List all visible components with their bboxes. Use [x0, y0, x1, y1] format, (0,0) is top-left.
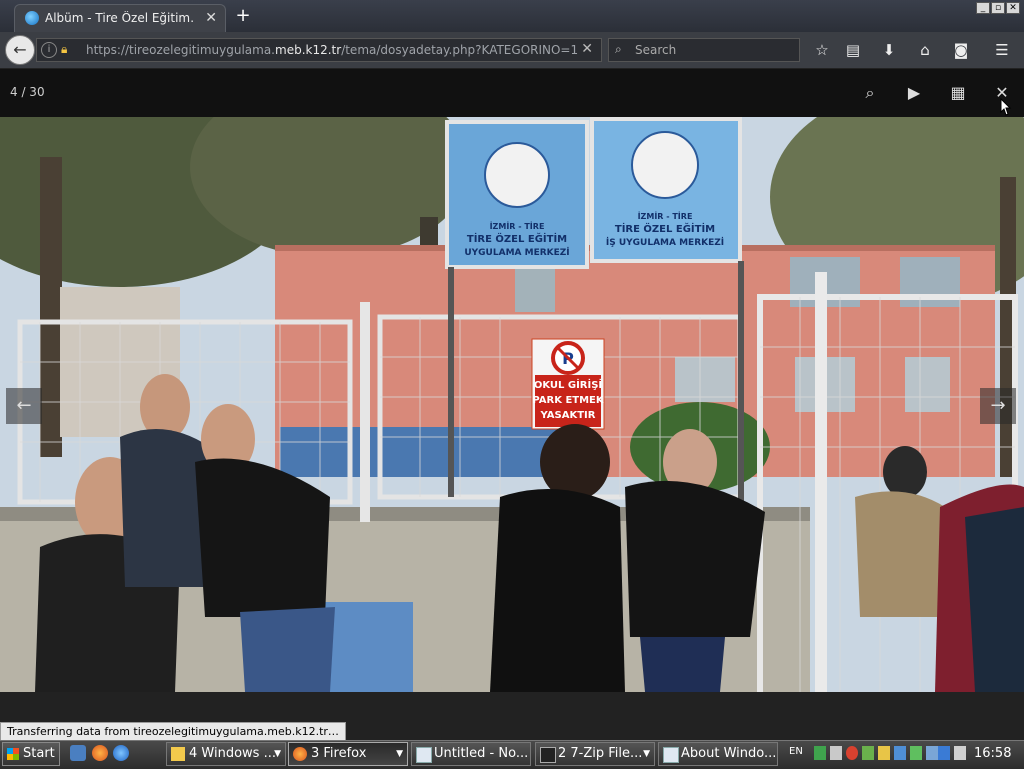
tab-title: Albüm - Tire Özel Eğitim…	[45, 11, 195, 25]
window-close-button[interactable]: ✕	[1006, 2, 1020, 14]
reading-list-icon[interactable]: ▤	[842, 40, 864, 60]
folder-icon	[171, 747, 185, 761]
task-label: 4 Windows ...	[189, 746, 276, 761]
mouse-pointer-icon	[1000, 98, 1012, 116]
next-image-button[interactable]: →	[980, 388, 1016, 424]
sign-right-line2: TİRE ÖZEL EĞİTİM	[615, 221, 715, 235]
firefox-icon	[293, 747, 307, 761]
sign-right-line1: İZMİR - TİRE	[638, 211, 693, 221]
grid-icon[interactable]: ▦	[945, 82, 971, 104]
firefox-launch-icon[interactable]	[92, 745, 108, 761]
show-desktop-icon[interactable]	[70, 745, 86, 761]
gallery-photo: P İZMİR - TİRE TİRE ÖZEL EĞİTİM UYGULAMA…	[0, 117, 1024, 692]
home-icon[interactable]: ⌂	[914, 40, 936, 60]
maximize-button[interactable]: ▫	[991, 2, 1005, 14]
7zip-icon	[540, 747, 556, 763]
new-tab-button[interactable]: +	[232, 4, 254, 28]
sign-right-line3: İŞ UYGULAMA MERKEZİ	[606, 237, 724, 248]
status-bar: Transferring data from tireozelegitimuyg…	[0, 722, 346, 741]
notepad-icon	[416, 747, 432, 763]
previous-image-button[interactable]: ←	[6, 388, 42, 424]
lock-icon[interactable]: 🔒︎	[61, 42, 67, 57]
start-button[interactable]: Start	[2, 742, 60, 766]
tray-shield-icon[interactable]	[846, 746, 858, 760]
start-label: Start	[23, 746, 55, 761]
sign-left-line1: İZMİR - TİRE	[490, 221, 545, 231]
chevron-down-icon: ▼	[396, 749, 403, 759]
site-favicon-icon	[25, 11, 39, 25]
url-bar[interactable]: i 🔒︎ https://tireozelegitimuygulama.meb.…	[36, 38, 602, 62]
parking-line3: YASAKTIR	[540, 410, 596, 421]
parking-line2: PARK ETMEK	[532, 395, 605, 406]
sign-left-line3: UYGULAMA MERKEZİ	[464, 247, 569, 258]
browser-tab[interactable]: Albüm - Tire Özel Eğitim… ✕	[14, 4, 226, 32]
network-icon[interactable]	[938, 746, 950, 760]
image-counter: 4 / 30	[10, 85, 45, 99]
tray-icon-6[interactable]	[894, 746, 906, 760]
window-icon	[663, 747, 679, 763]
search-placeholder: Search	[635, 43, 677, 57]
minimize-button[interactable]: _	[976, 2, 990, 14]
tray-icon-5[interactable]	[878, 746, 890, 760]
task-label: About Windo...	[681, 746, 777, 761]
back-arrow-icon: ←	[13, 40, 27, 59]
chevron-down-icon: ▼	[643, 749, 650, 759]
windows-logo-icon	[7, 748, 19, 760]
hamburger-menu-icon[interactable]: ☰	[991, 40, 1013, 60]
internet-explorer-icon[interactable]	[113, 745, 129, 761]
task-label: 2 7-Zip File...	[558, 746, 643, 761]
language-indicator[interactable]: EN	[789, 746, 803, 757]
download-icon[interactable]: ⬇	[878, 40, 900, 60]
chevron-down-icon: ▼	[274, 749, 281, 759]
star-icon[interactable]: ☆	[811, 40, 833, 60]
volume-icon[interactable]	[954, 746, 966, 760]
search-icon: ⌕	[615, 42, 622, 56]
clock[interactable]: 16:58	[974, 746, 1011, 761]
parking-line1: OKUL GİRİŞİ	[534, 377, 602, 391]
task-7zip[interactable]: 2 7-Zip File... ▼	[535, 742, 655, 766]
url-text: https://tireozelegitimuygulama.meb.k12.t…	[86, 43, 579, 57]
tray-icon-8[interactable]	[926, 746, 938, 760]
clear-url-icon[interactable]: ✕	[581, 41, 593, 57]
left-arrow-icon: ←	[16, 395, 32, 416]
search-field[interactable]: ⌕ Search	[608, 38, 800, 62]
play-icon[interactable]: ▶	[901, 82, 927, 104]
task-about-windows[interactable]: About Windo...	[658, 742, 778, 766]
task-label: Untitled - No...	[434, 746, 529, 761]
tray-icon-1[interactable]	[814, 746, 826, 760]
site-info-icon[interactable]: i	[41, 42, 57, 58]
pocket-icon[interactable]: ◙	[950, 40, 972, 60]
task-windows-explorer[interactable]: 4 Windows ... ▼	[166, 742, 286, 766]
tray-icon-4[interactable]	[862, 746, 874, 760]
magnifier-icon[interactable]: ⌕	[857, 82, 883, 104]
task-firefox[interactable]: 3 Firefox ▼	[288, 742, 408, 766]
sign-left-line2: TİRE ÖZEL EĞİTİM	[467, 231, 567, 245]
tab-close-icon[interactable]: ✕	[205, 10, 217, 26]
back-button[interactable]: ←	[5, 35, 35, 65]
tray-icon-2[interactable]	[830, 746, 842, 760]
tray-icon-7[interactable]	[910, 746, 922, 760]
task-notepad[interactable]: Untitled - No...	[411, 742, 531, 766]
task-label: 3 Firefox	[311, 746, 367, 761]
right-arrow-icon: →	[990, 395, 1006, 416]
